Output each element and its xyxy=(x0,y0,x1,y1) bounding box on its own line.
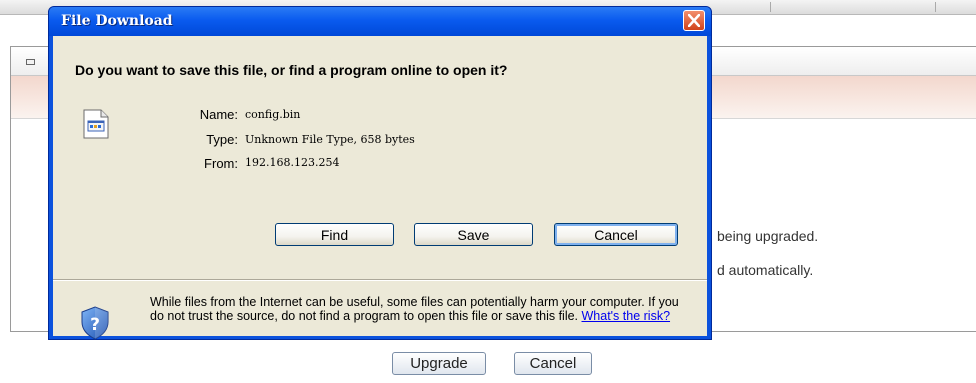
toolbar-separator xyxy=(935,2,936,12)
unknown-file-icon xyxy=(83,109,109,139)
close-icon xyxy=(688,14,700,27)
dialog-titlebar[interactable]: File Download xyxy=(49,7,711,36)
file-source-value: 192.168.123.254 xyxy=(245,156,340,169)
type-label: Type: xyxy=(206,132,238,147)
upgrade-note-line-1: being upgraded. xyxy=(717,228,819,244)
file-type-value: Unknown File Type, 658 bytes xyxy=(245,133,415,146)
dialog-title: File Download xyxy=(61,13,173,29)
page-cancel-button[interactable]: Cancel xyxy=(514,352,592,375)
security-warning: While files from the Internet can be use… xyxy=(150,295,690,323)
download-question: Do you want to save this file, or find a… xyxy=(75,62,508,78)
svg-text:?: ? xyxy=(90,315,100,335)
close-button[interactable] xyxy=(683,10,705,31)
name-label: Name: xyxy=(199,107,238,122)
whats-the-risk-link[interactable]: What's the risk? xyxy=(582,309,671,323)
security-shield-icon: ? xyxy=(81,306,109,340)
file-name-value: config.bin xyxy=(245,108,301,121)
upgrade-button[interactable]: Upgrade xyxy=(392,352,486,375)
toolbar-separator xyxy=(770,2,771,12)
upgrade-note-line-2: d automatically. xyxy=(717,262,814,278)
collapse-icon[interactable] xyxy=(26,59,35,65)
find-button[interactable]: Find xyxy=(275,223,394,246)
from-label: From: xyxy=(204,156,238,171)
cancel-button[interactable]: Cancel xyxy=(554,223,678,246)
dialog-body: Do you want to save this file, or find a… xyxy=(53,36,707,340)
file-download-dialog: File Download Do you want to save this f… xyxy=(48,6,712,340)
dialog-divider-highlight xyxy=(53,280,707,281)
save-button[interactable]: Save xyxy=(414,223,533,246)
